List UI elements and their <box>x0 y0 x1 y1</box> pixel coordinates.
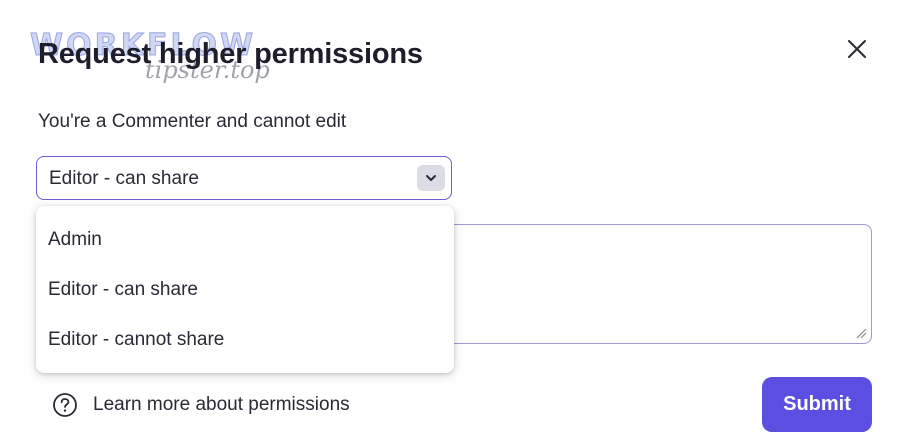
submit-button[interactable]: Submit <box>762 377 872 432</box>
role-select-value: Editor - can share <box>49 168 199 189</box>
role-select[interactable]: Editor - can share <box>36 156 452 200</box>
resize-handle-icon[interactable] <box>855 327 867 339</box>
role-option-editor-cannot-share[interactable]: Editor - cannot share <box>48 329 224 351</box>
close-button[interactable] <box>842 34 872 64</box>
role-select-toggle[interactable] <box>417 165 445 191</box>
dialog-title: Request higher permissions <box>38 38 423 70</box>
permission-status-text: You're a Commenter and cannot edit <box>38 111 347 132</box>
question-circle-icon <box>53 393 77 417</box>
role-dropdown-menu: Admin Editor - can share Editor - cannot… <box>36 206 454 373</box>
role-option-admin[interactable]: Admin <box>48 229 102 251</box>
role-option-editor-can-share[interactable]: Editor - can share <box>48 279 198 301</box>
close-icon <box>848 40 866 58</box>
learn-more-label: Learn more about permissions <box>93 394 350 415</box>
chevron-down-icon <box>426 175 436 181</box>
request-permissions-dialog: WORKFLOW tipster.top Request higher perm… <box>0 0 900 447</box>
message-textarea[interactable] <box>440 224 872 344</box>
